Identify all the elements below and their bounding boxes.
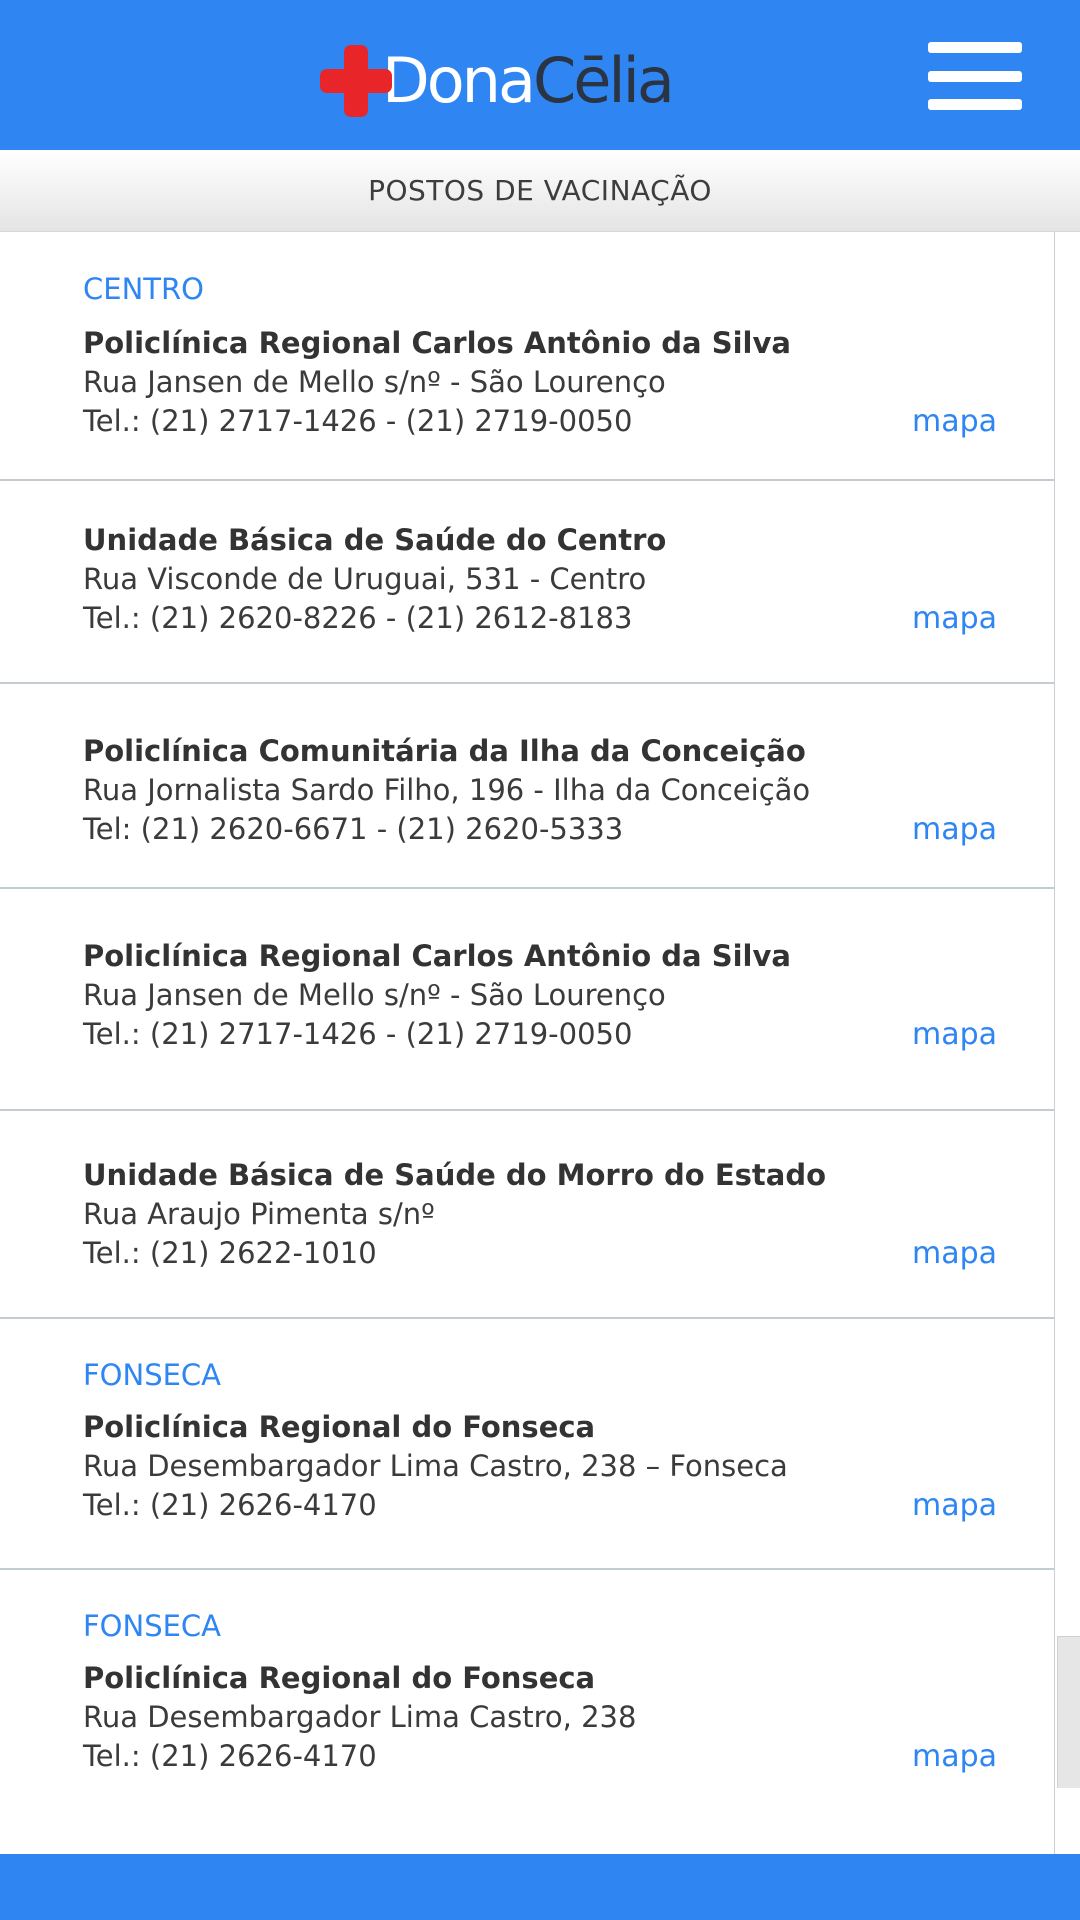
clinic-address: Rua Jornalista Sardo Filho, 196 - Ilha d… (83, 773, 811, 807)
clinic-phone[interactable]: Tel.: (21) 2717-1426 - (21) 2719-0050 (83, 404, 632, 438)
clinic-phone[interactable]: Tel.: (21) 2620-8226 - (21) 2612-8183 (83, 601, 632, 635)
region-label: FONSECA (83, 1609, 222, 1643)
clinic-phone[interactable]: Tel.: (21) 2626-4170 (83, 1488, 377, 1522)
menu-bar-bottom (928, 99, 1022, 110)
red-cross-icon (318, 43, 394, 119)
clinic-name: Policlínica Regional do Fonseca (83, 1410, 596, 1444)
clinic-address: Rua Visconde de Uruguai, 531 - Centro (83, 562, 647, 596)
map-link[interactable]: mapa (912, 1488, 997, 1523)
list-item: CENTRO Policlínica Regional Carlos Antôn… (0, 232, 1054, 481)
clinic-phone[interactable]: Tel.: (21) 2622-1010 (83, 1236, 377, 1270)
clinic-name: Policlínica Regional do Fonseca (83, 1661, 596, 1695)
hamburger-menu-icon[interactable] (928, 42, 1022, 110)
clinic-address: Rua Desembargador Lima Castro, 238 (83, 1700, 637, 1734)
list-item: Unidade Básica de Saúde do Morro do Esta… (0, 1111, 1054, 1319)
map-link[interactable]: mapa (912, 1739, 997, 1774)
region-label: FONSECA (83, 1358, 222, 1392)
map-link[interactable]: mapa (912, 1017, 997, 1052)
menu-bar-middle (928, 71, 1022, 82)
logo-celia: Cēlia (532, 44, 675, 117)
clinic-address: Rua Jansen de Mello s/nº - São Lourenço (83, 978, 666, 1012)
map-link[interactable]: mapa (912, 1236, 997, 1271)
clinic-address: Rua Araujo Pimenta s/nº (83, 1197, 435, 1231)
page-title: POSTOS DE VACINAÇÃO (0, 150, 1080, 232)
clinic-phone[interactable]: Tel.: (21) 2626-4170 (83, 1739, 377, 1773)
region-label: CENTRO (83, 272, 204, 306)
clinic-address: Rua Jansen de Mello s/nº - São Lourenço (83, 365, 666, 399)
menu-bar-top (928, 42, 1022, 53)
clinic-address: Rua Desembargador Lima Castro, 238 – Fon… (83, 1449, 788, 1483)
clinic-phone[interactable]: Tel.: (21) 2717-1426 - (21) 2719-0050 (83, 1017, 632, 1051)
clinic-phone[interactable]: Tel: (21) 2620-6671 - (21) 2620-5333 (83, 812, 623, 846)
list-item: FONSECA Policlínica Regional do Fonseca … (0, 1570, 1054, 1854)
list-item: Unidade Básica de Saúde do Centro Rua Vi… (0, 481, 1054, 684)
logo-dona: Dona (382, 44, 536, 117)
list-item: Policlínica Regional Carlos Antônio da S… (0, 889, 1054, 1111)
map-link[interactable]: mapa (912, 601, 997, 636)
vaccination-list[interactable]: CENTRO Policlínica Regional Carlos Antôn… (0, 232, 1055, 1854)
top-bar: DonaCēlia (0, 0, 1080, 150)
logo-wordmark: DonaCēlia (382, 50, 675, 112)
app-logo[interactable]: DonaCēlia (318, 42, 675, 120)
map-link[interactable]: mapa (912, 812, 997, 847)
scrollbar-thumb[interactable] (1057, 1636, 1080, 1788)
bottom-bar (0, 1854, 1080, 1920)
map-link[interactable]: mapa (912, 404, 997, 439)
clinic-name: Policlínica Regional Carlos Antônio da S… (83, 326, 791, 360)
clinic-name: Unidade Básica de Saúde do Centro (83, 523, 667, 557)
list-item: FONSECA Policlínica Regional do Fonseca … (0, 1319, 1054, 1570)
clinic-name: Policlínica Comunitária da Ilha da Conce… (83, 734, 806, 768)
list-item: Policlínica Comunitária da Ilha da Conce… (0, 684, 1054, 889)
clinic-name: Policlínica Regional Carlos Antônio da S… (83, 939, 791, 973)
clinic-name: Unidade Básica de Saúde do Morro do Esta… (83, 1158, 827, 1192)
